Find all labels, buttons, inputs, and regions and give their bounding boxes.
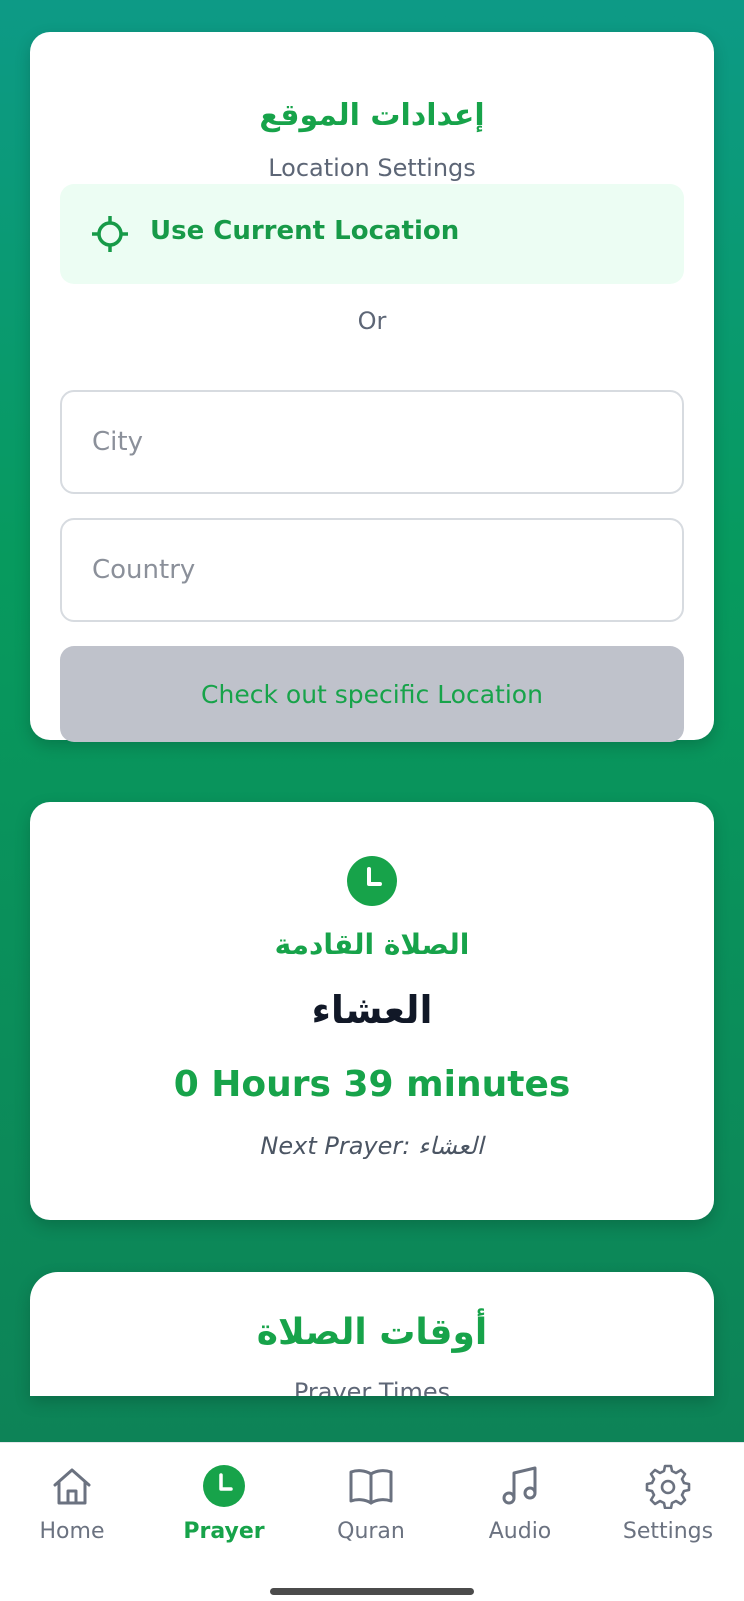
nav-quran[interactable]: Quran bbox=[311, 1463, 431, 1553]
crosshair-icon bbox=[92, 216, 128, 252]
nav-home-label: Home bbox=[39, 1519, 105, 1544]
next-prayer-heading: الصلاة القادمة bbox=[274, 928, 470, 961]
city-field[interactable] bbox=[60, 390, 684, 494]
clock-icon bbox=[347, 856, 397, 906]
nav-home[interactable]: Home bbox=[12, 1463, 132, 1553]
country-input[interactable] bbox=[62, 520, 682, 620]
gear-icon bbox=[645, 1464, 691, 1509]
nav-settings-label: Settings bbox=[622, 1519, 714, 1544]
nav-prayer-label: Prayer bbox=[183, 1519, 265, 1544]
nav-settings[interactable]: Settings bbox=[608, 1463, 728, 1553]
location-title-en: Location Settings bbox=[268, 154, 476, 182]
bottom-nav: Home Prayer Quran Audio Settings bbox=[0, 1442, 744, 1601]
country-field[interactable] bbox=[60, 518, 684, 622]
check-location-button[interactable]: Check out specific Location bbox=[60, 646, 684, 742]
home-icon bbox=[53, 1468, 91, 1505]
location-title-ar: إعدادات الموقع bbox=[259, 98, 485, 133]
clock-icon bbox=[203, 1465, 245, 1507]
music-note-icon bbox=[502, 1466, 537, 1505]
city-input[interactable] bbox=[62, 392, 682, 492]
nav-audio-label: Audio bbox=[488, 1519, 552, 1544]
book-icon bbox=[349, 1469, 393, 1505]
prayer-times-title-en: Prayer Times bbox=[293, 1378, 451, 1396]
next-prayer-line: Next Prayer: العشاء bbox=[260, 1132, 484, 1160]
countdown-text: 0 Hours 39 minutes bbox=[173, 1064, 571, 1105]
next-prayer-name: العشاء bbox=[311, 988, 433, 1032]
nav-audio[interactable]: Audio bbox=[460, 1463, 580, 1553]
nav-quran-label: Quran bbox=[337, 1519, 405, 1544]
prayer-times-title-ar: أوقات الصلاة bbox=[256, 1312, 488, 1353]
use-current-location-label: Use Current Location bbox=[150, 216, 460, 246]
or-separator: Or bbox=[357, 307, 387, 335]
use-current-location-button[interactable]: Use Current Location bbox=[60, 184, 684, 284]
next-prayer-card: الصلاة القادمة العشاء 0 Hours 39 minutes… bbox=[30, 802, 714, 1220]
home-indicator bbox=[270, 1588, 474, 1595]
nav-prayer[interactable]: Prayer bbox=[164, 1463, 284, 1553]
prayer-times-card: أوقات الصلاة Prayer Times bbox=[30, 1272, 714, 1396]
location-settings-card: إعدادات الموقع Location Settings Use Cur… bbox=[30, 32, 714, 742]
